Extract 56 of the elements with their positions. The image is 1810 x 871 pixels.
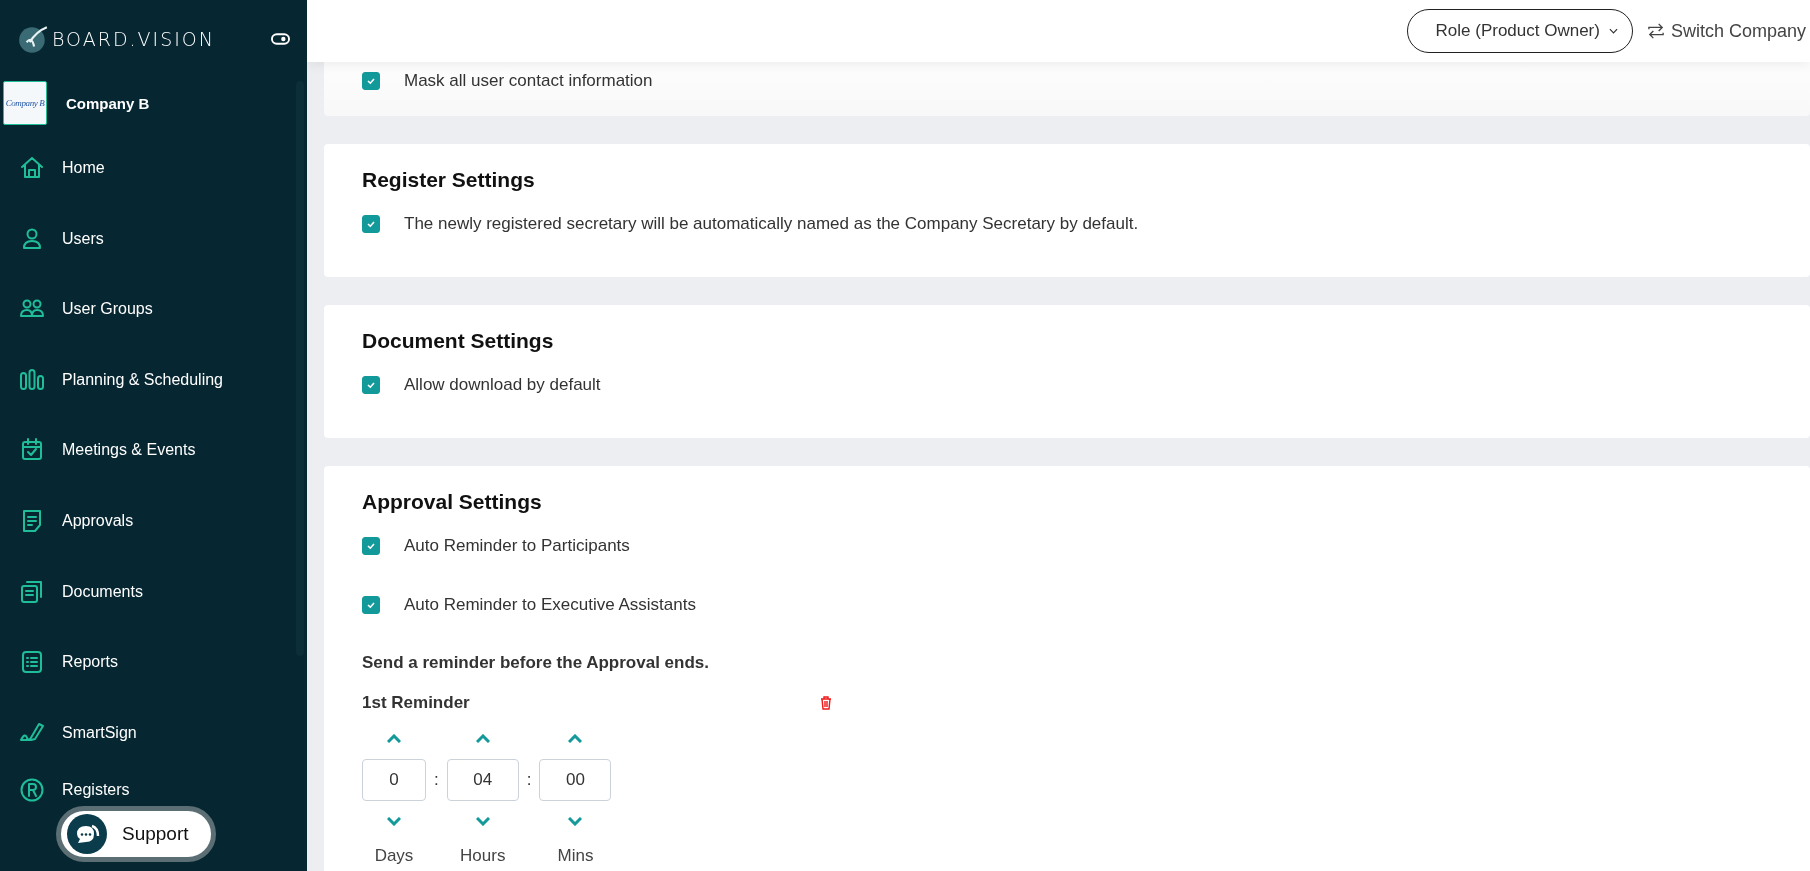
unit-label: Days bbox=[374, 846, 414, 866]
logo-icon bbox=[17, 23, 49, 55]
menu-item-icon bbox=[19, 155, 45, 181]
unit-label: Mins bbox=[557, 846, 594, 866]
sidebar-item[interactable]: Meetings & Events bbox=[0, 435, 307, 466]
reminder-title: 1st Reminder bbox=[362, 693, 470, 713]
section-title: Approval Settings bbox=[362, 489, 543, 515]
checkbox[interactable] bbox=[362, 536, 380, 555]
chevron-down-icon[interactable] bbox=[475, 817, 490, 826]
checkbox[interactable] bbox=[362, 595, 380, 614]
menu-item-icon bbox=[19, 649, 45, 676]
menu-item-icon bbox=[19, 777, 45, 804]
swap-icon bbox=[1646, 23, 1665, 39]
chevron-down-icon[interactable] bbox=[387, 817, 401, 826]
number-field[interactable]: 00 bbox=[539, 759, 612, 801]
menu-item-icon bbox=[19, 366, 45, 393]
option-label: Auto Reminder to Executive Assistants bbox=[404, 594, 696, 615]
option-label: The newly registered secretary will be automatically named as the Company Secretary by default. bbox=[404, 213, 1139, 234]
brand-name: BOARD.VISION bbox=[52, 28, 216, 50]
sidebar-item[interactable]: Approvals bbox=[0, 505, 307, 536]
option-label: Allow download by default bbox=[404, 374, 601, 395]
sidebar-item[interactable]: Users bbox=[0, 223, 307, 254]
number-field[interactable]: 0 bbox=[362, 759, 426, 801]
sidebar-item[interactable]: Planning & Scheduling bbox=[0, 364, 307, 395]
section-title: Register Settings bbox=[362, 167, 536, 193]
option-label: Auto Reminder to Participants bbox=[404, 535, 630, 556]
colon: : bbox=[434, 770, 439, 790]
unit-label: Hours bbox=[460, 846, 506, 866]
chevron-down-icon bbox=[1608, 28, 1618, 34]
sidebar-item[interactable]: Documents bbox=[0, 576, 307, 607]
chevron-down-icon[interactable] bbox=[568, 817, 583, 826]
number-field[interactable]: 04 bbox=[446, 759, 519, 801]
sidebar-item[interactable]: User Groups bbox=[0, 294, 307, 325]
delete-icon[interactable] bbox=[820, 696, 832, 710]
reminder-note: Send a reminder before the Approval ends. bbox=[362, 653, 710, 673]
colon: : bbox=[526, 770, 532, 790]
company-logo: Company B bbox=[3, 81, 47, 125]
toggle-icon[interactable] bbox=[271, 33, 290, 45]
menu-item-icon bbox=[19, 578, 45, 605]
option-label: Mask all user contact information bbox=[404, 70, 653, 91]
switch-company-link[interactable]: Switch Company bbox=[1646, 20, 1806, 42]
chevron-up-icon[interactable] bbox=[475, 734, 490, 743]
chevron-up-icon[interactable] bbox=[387, 734, 401, 743]
checkbox[interactable] bbox=[362, 375, 380, 394]
section-title: Document Settings bbox=[362, 328, 555, 354]
checkbox[interactable] bbox=[362, 214, 380, 233]
sidebar-item[interactable]: Registers bbox=[0, 777, 307, 804]
chat-icon bbox=[67, 814, 107, 854]
role-dropdown[interactable]: Role (Product Owner) bbox=[1406, 9, 1633, 53]
chevron-up-icon[interactable] bbox=[568, 734, 583, 743]
sidebar-item[interactable]: SmartSign bbox=[0, 717, 307, 748]
checkbox[interactable] bbox=[362, 71, 380, 90]
sidebar-item[interactable]: Home bbox=[0, 153, 307, 183]
company-name: Company B bbox=[66, 94, 150, 112]
sidebar-item[interactable]: Reports bbox=[0, 647, 307, 678]
support-button[interactable]: Support bbox=[56, 806, 216, 862]
